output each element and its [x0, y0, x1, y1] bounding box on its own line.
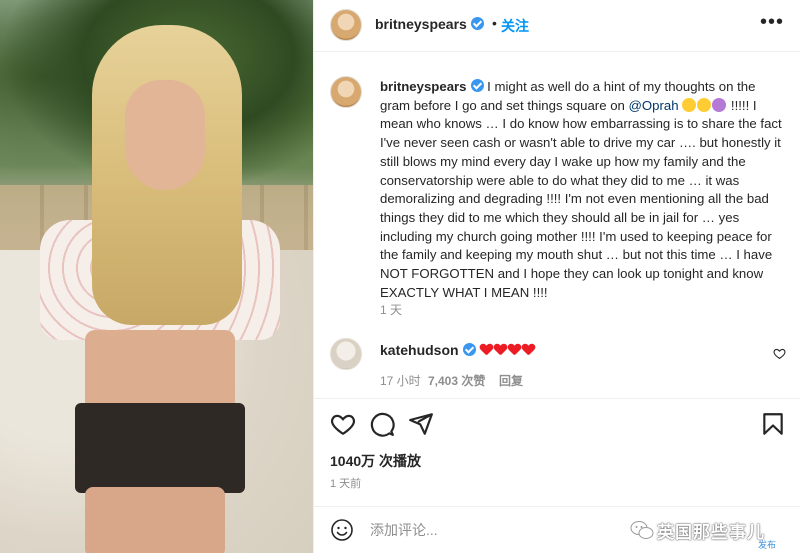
- heart-emoji-icon: [494, 344, 506, 356]
- comment-likes[interactable]: 7,403 次赞: [428, 372, 485, 389]
- subject-shorts: [75, 403, 245, 493]
- post-media[interactable]: [0, 0, 313, 553]
- heart-emoji-icon: [522, 344, 534, 356]
- follow-button[interactable]: 关注: [501, 16, 529, 36]
- author-avatar[interactable]: [330, 9, 362, 41]
- grimace-emoji-icon: [682, 97, 697, 112]
- watermark: 英国那些事儿 发布: [620, 516, 800, 552]
- commenter-avatar[interactable]: [330, 338, 362, 370]
- caption-username[interactable]: britneyspears: [380, 79, 467, 94]
- comment-body: katehudson: [380, 342, 536, 358]
- subject-legs: [85, 487, 225, 553]
- separator-dot: •: [492, 15, 497, 31]
- post-panel: britneyspears • 关注 ••• britneyspears I m…: [313, 0, 800, 553]
- heart-emoji-icon: [480, 344, 492, 356]
- post-caption: britneyspears I might as well do a hint …: [380, 78, 785, 302]
- play-count[interactable]: 1040万 次播放: [330, 451, 421, 471]
- comments-section[interactable]: britneyspears I might as well do a hint …: [314, 53, 800, 398]
- heart-emoji-icon: [508, 344, 520, 356]
- comment-input[interactable]: [370, 519, 630, 541]
- video-subject: [30, 25, 290, 553]
- comment-time: 17 小时: [380, 374, 421, 388]
- verified-badge-icon: [470, 17, 484, 30]
- post-actions: 1040万 次播放 1 天前: [314, 398, 800, 498]
- comment-reply-button[interactable]: 回复: [499, 372, 523, 389]
- caption-time: 1 天: [380, 303, 403, 317]
- caption-author-avatar[interactable]: [330, 76, 362, 108]
- emoji-smile-icon[interactable]: [330, 518, 354, 542]
- comment-like-heart-icon[interactable]: [773, 347, 786, 360]
- comment-bubble-icon[interactable]: [369, 411, 395, 437]
- watermark-text: 英国那些事儿: [657, 523, 765, 542]
- save-bookmark-icon[interactable]: [760, 411, 786, 437]
- author-name-text[interactable]: britneyspears: [375, 16, 467, 32]
- commenter-verified-icon: [462, 343, 476, 356]
- post-header: britneyspears • 关注 •••: [314, 0, 800, 52]
- wechat-logo-icon: [630, 521, 654, 539]
- author-username[interactable]: britneyspears: [375, 16, 484, 32]
- commenter-username[interactable]: katehudson: [380, 342, 459, 358]
- caption-verified-icon: [470, 79, 484, 92]
- subject-face: [125, 80, 205, 190]
- more-options-icon[interactable]: •••: [760, 11, 784, 34]
- comment-hearts: [480, 342, 536, 358]
- add-comment-bar: 英国那些事儿 发布: [314, 506, 800, 553]
- watermark-publish: 发布: [758, 540, 777, 550]
- share-send-icon[interactable]: [408, 411, 434, 437]
- like-heart-icon[interactable]: [330, 411, 356, 437]
- facepalm-emoji-icon: [712, 97, 727, 112]
- caption-text-after: !!!!! I mean who knows … I do know how e…: [380, 97, 782, 300]
- oprah-mention-link[interactable]: @Oprah: [629, 98, 679, 113]
- post-date: 1 天前: [330, 478, 362, 490]
- wink-emoji-icon: [697, 97, 712, 112]
